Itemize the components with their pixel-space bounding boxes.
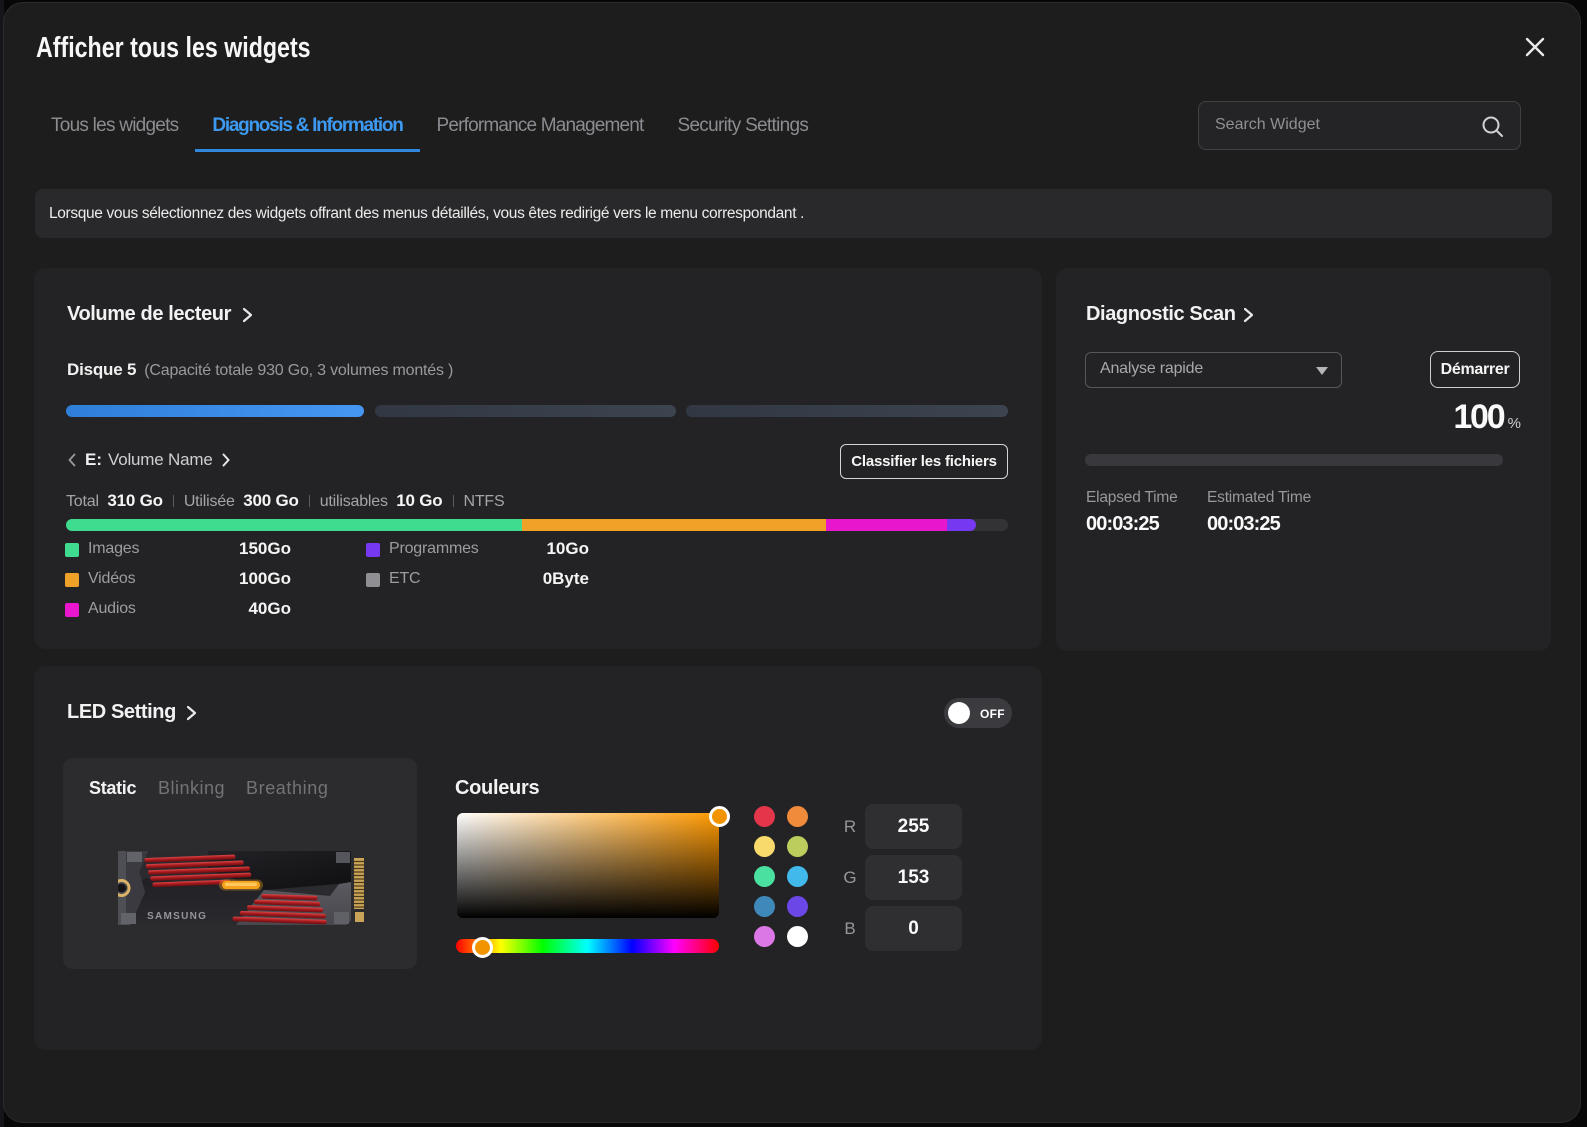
svg-text:SAMSUNG: SAMSUNG: [147, 911, 207, 922]
